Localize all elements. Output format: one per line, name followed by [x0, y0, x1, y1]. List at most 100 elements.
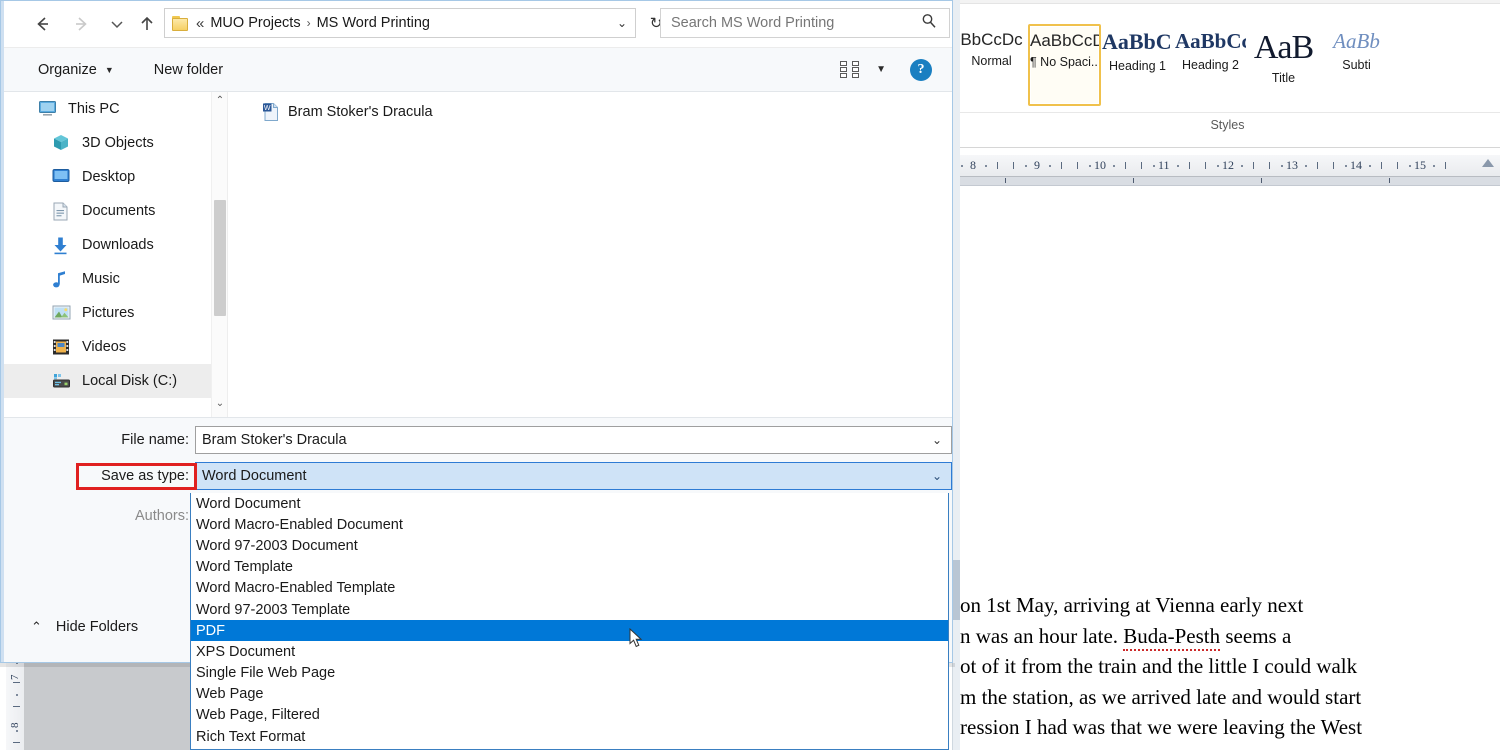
word-vertical-scrollbar-thumb[interactable] [952, 560, 960, 620]
ruler-minor-tick [1269, 162, 1270, 169]
scroll-up-icon[interactable]: ⌃ [212, 92, 228, 109]
sidebar-item-label: Pictures [82, 305, 135, 321]
dropdown-option-label: Word Document [196, 495, 301, 512]
scroll-down-icon[interactable]: ⌄ [212, 395, 228, 412]
sidebar-item-label: Downloads [82, 237, 154, 253]
ruler-tab-stop[interactable] [1389, 178, 1390, 183]
sidebar-item-desktop[interactable]: Desktop [4, 160, 211, 194]
ruler-tab-stop[interactable] [1133, 178, 1134, 183]
sidebar-item-videos[interactable]: Videos [4, 330, 211, 364]
ruler-minor-tick [997, 162, 998, 169]
dropdown-option[interactable]: Word Template [191, 557, 948, 578]
dropdown-option[interactable]: Word 97-2003 Template [191, 599, 948, 620]
save-as-type-dropdown-list[interactable]: Word Document Word Macro-Enabled Document… [190, 493, 949, 750]
dropdown-option-label: Word 97-2003 Template [196, 601, 351, 618]
dropdown-option[interactable]: Word Document [191, 493, 948, 514]
new-folder-button[interactable]: New folder [154, 62, 223, 78]
breadcrumb-segment[interactable]: MUO Projects [210, 15, 300, 31]
sidebar-item-documents[interactable]: Documents [4, 194, 211, 228]
chevron-down-icon: ▼ [104, 64, 114, 75]
style-gallery-item-no-spaci[interactable]: AaBbCcDc ¶ No Spaci... [1028, 24, 1101, 106]
monitor-icon [38, 100, 58, 118]
dropdown-option[interactable]: Word Macro-Enabled Template [191, 578, 948, 599]
ruler-minor-tick [1253, 162, 1254, 169]
forward-button[interactable] [64, 7, 98, 41]
style-gallery-item-heading-2[interactable]: AaBbCc Heading 2 [1174, 24, 1247, 106]
right-indent-marker[interactable] [1482, 159, 1494, 167]
dropdown-option[interactable]: Word 97-2003 Document [191, 535, 948, 556]
file-list[interactable]: W Bram Stoker's Dracula [227, 92, 952, 417]
sidebar-item-downloads[interactable]: Downloads [4, 228, 211, 262]
dropdown-option[interactable]: Word Macro-Enabled Document [191, 514, 948, 535]
style-name-label: Heading 2 [1182, 58, 1239, 72]
dropdown-option[interactable]: PDF [191, 620, 948, 642]
word-ribbon-styles-group: BbCcDc Normal AaBbCcDc ¶ No Spaci...AaBbC‹ H… [955, 0, 1500, 148]
list-item[interactable]: W Bram Stoker's Dracula [262, 102, 433, 122]
dropdown-option[interactable]: Web Page, Filtered [191, 705, 948, 726]
dialog-toolbar: Organize ▼ New folder ▼ ? [4, 47, 952, 92]
chevron-down-icon[interactable]: ⌄ [932, 433, 942, 447]
organize-button[interactable]: Organize ▼ [38, 62, 114, 78]
ruler-minor-tick [1345, 165, 1347, 167]
document-page[interactable]: on 1st May, arriving at Vienna early nex… [960, 186, 1500, 750]
file-name-input[interactable]: Bram Stoker's Dracula ⌄ [195, 426, 952, 454]
dropdown-option[interactable]: Web Page [191, 684, 948, 705]
new-folder-label: New folder [153, 61, 224, 78]
ruler-minor-tick [1317, 162, 1318, 169]
sidebar-item-3d-objects[interactable]: 3D Objects [4, 126, 211, 160]
ruler-tab-stop[interactable] [1005, 178, 1006, 183]
ruler-tick-label: 12 [1222, 158, 1234, 172]
dropdown-option-label: XPS Document [196, 643, 296, 660]
chevron-down-icon[interactable]: ⌄ [617, 16, 627, 30]
ruler-minor-tick [985, 165, 987, 167]
scrollbar-thumb[interactable] [214, 200, 226, 316]
folder-icon [172, 15, 190, 31]
word-document-icon: W [262, 102, 280, 122]
dropdown-option-label: PDF [196, 622, 225, 639]
change-view-icon[interactable] [840, 60, 862, 79]
style-gallery-item-heading-1[interactable]: AaBbC‹ Heading 1 [1101, 24, 1174, 106]
sidebar-item-local-disk-c[interactable]: Local Disk (C:) [4, 364, 211, 398]
style-gallery-item-title[interactable]: AaB Title [1247, 24, 1320, 106]
search-input[interactable]: Search MS Word Printing [671, 15, 834, 31]
horizontal-ruler[interactable]: 8 9 10 11 12 13 14 15 [955, 155, 1500, 177]
ribbon-top-divider [955, 0, 1500, 4]
dropdown-option[interactable]: XPS Document [191, 641, 948, 662]
search-box[interactable]: Search MS Word Printing [660, 8, 950, 38]
sidebar-item-music[interactable]: Music [4, 262, 211, 296]
hard-disk-icon [52, 372, 72, 390]
breadcrumb-segment[interactable]: MS Word Printing [317, 15, 430, 31]
ruler-minor-tick [1141, 162, 1142, 169]
help-icon[interactable]: ? [910, 58, 932, 81]
style-gallery-item-normal[interactable]: BbCcDc Normal [955, 24, 1028, 106]
style-name-label: Subti [1342, 58, 1371, 72]
hide-folders-label: Hide Folders [55, 619, 139, 635]
save-as-type-combobox[interactable]: Word Document ⌄ [195, 462, 952, 490]
view-options-chevron-icon[interactable]: ▼ [876, 64, 886, 75]
sidebar-item-pictures[interactable]: Pictures [4, 296, 211, 330]
sidebar-item-this-pc[interactable]: This PC [4, 92, 211, 126]
sidebar-item-label: Documents [82, 203, 156, 219]
recent-locations-button[interactable] [100, 7, 134, 41]
address-bar[interactable]: « MUO Projects › MS Word Printing ⌄ [164, 8, 636, 38]
styles-gallery[interactable]: BbCcDc Normal AaBbCcDc ¶ No Spaci...AaBbC‹ H… [955, 24, 1393, 110]
chevron-up-icon: ⌃ [31, 619, 42, 634]
back-button[interactable] [26, 7, 60, 41]
up-one-level-button[interactable] [130, 7, 164, 41]
document-text-line: on 1st May, arriving at Vienna early nex… [960, 593, 1304, 617]
search-icon[interactable] [921, 13, 937, 34]
dropdown-option[interactable]: Rich Text Format [191, 726, 948, 747]
dropdown-option[interactable]: Single File Web Page [191, 663, 948, 684]
hide-folders-button[interactable]: ⌃ Hide Folders [31, 619, 138, 635]
breadcrumb-overflow-icon[interactable]: « [196, 15, 204, 32]
sidebar-scrollbar[interactable]: ⌃ ⌄ [211, 92, 227, 417]
ruler-tab-stop[interactable] [1261, 178, 1262, 183]
style-gallery-item-subti[interactable]: AaBb Subti [1320, 24, 1393, 106]
desktop-icon [52, 168, 72, 186]
chevron-down-icon[interactable]: ⌄ [932, 469, 942, 483]
film-icon [52, 338, 72, 356]
navigation-sidebar[interactable]: This PC 3D Objects Desktop Documents Downloa… [4, 92, 211, 417]
ruler-tab-strip[interactable] [955, 177, 1500, 186]
sidebar-item-label: Local Disk (C:) [82, 373, 178, 389]
breadcrumb[interactable]: « MUO Projects › MS Word Printing [196, 15, 430, 32]
